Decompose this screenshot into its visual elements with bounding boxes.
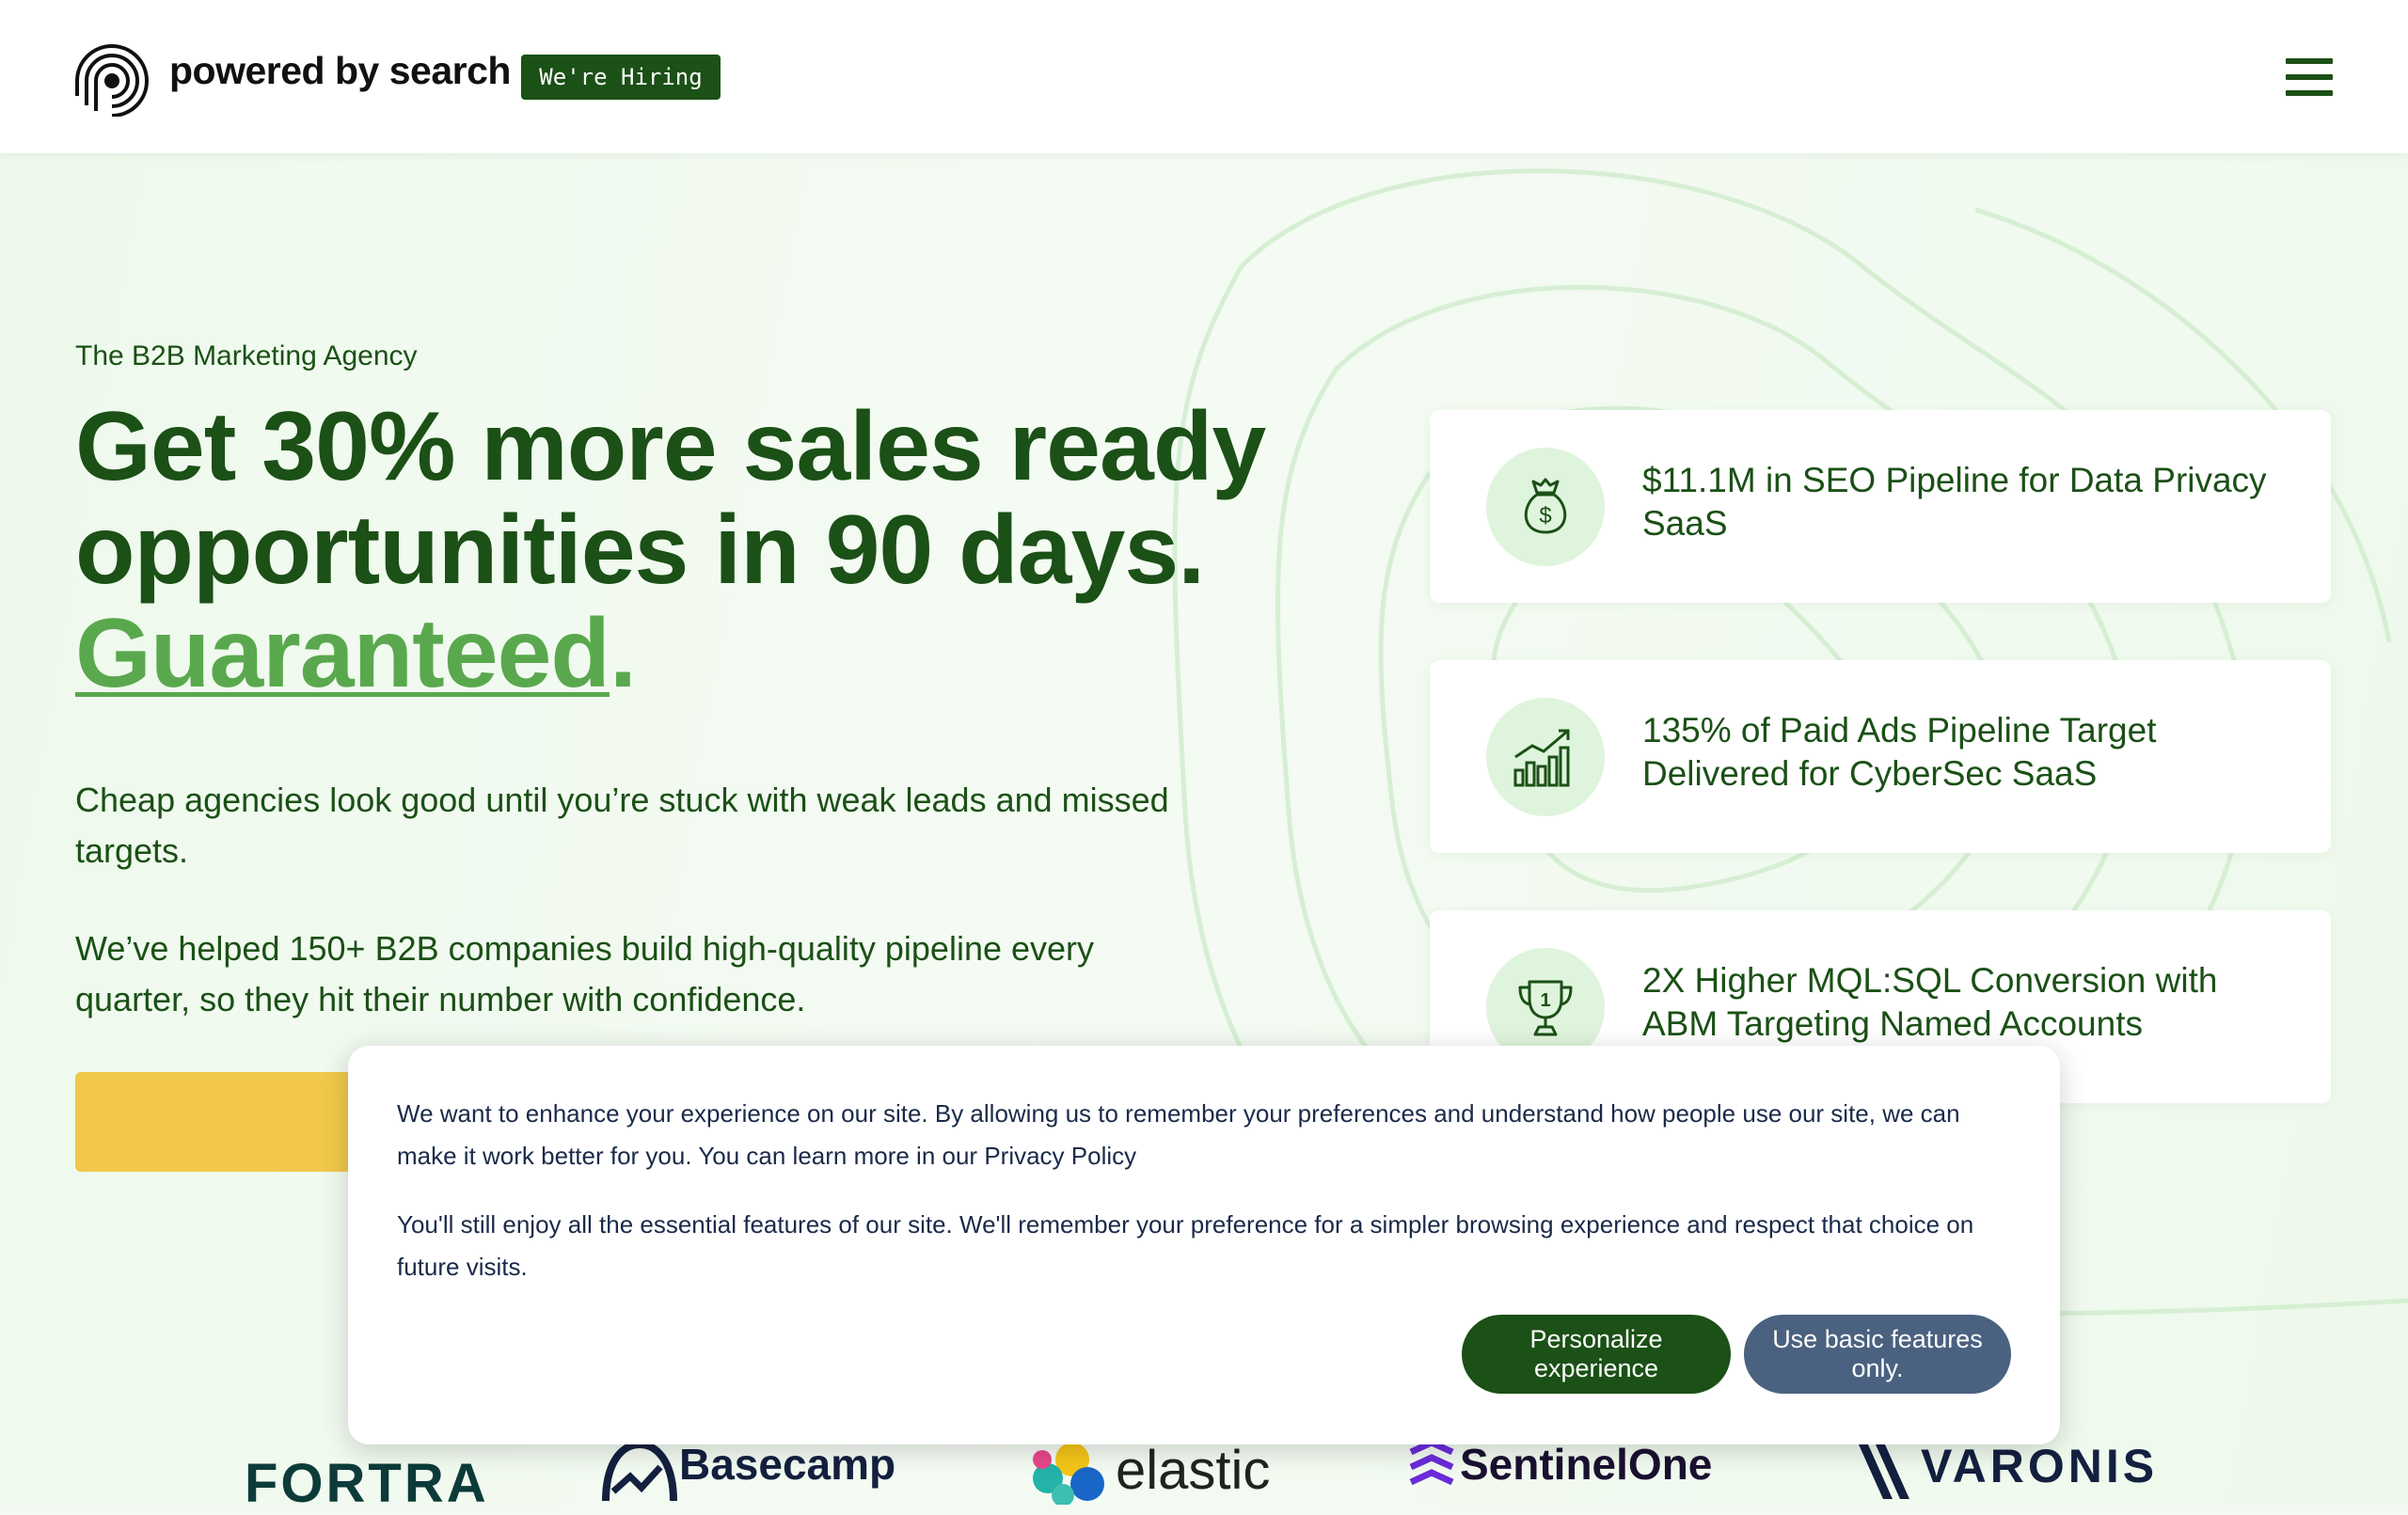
personalize-experience-button[interactable]: Personalize experience (1462, 1315, 1731, 1394)
headline-main: Get 30% more sales ready opportunities i… (75, 392, 1266, 605)
hamburger-menu-icon[interactable] (2286, 58, 2333, 98)
client-logos-strip: FORTRA Basecamp elastic SentinelOne VARO… (0, 1439, 2408, 1514)
svg-text:$: $ (1539, 503, 1551, 529)
client-logo-varonis: VARONIS (1855, 1439, 2158, 1505)
trophy-icon: 1 (1518, 980, 1573, 1036)
sentinelone-wordmark: SentinelOne (1460, 1440, 1713, 1489)
bar-chart-icon (1513, 729, 1570, 787)
basecamp-mark-icon (602, 1440, 677, 1502)
client-logo-basecamp: Basecamp (600, 1439, 895, 1505)
elastic-mark-icon (1033, 1443, 1104, 1507)
menu-bar (2286, 58, 2333, 64)
cookie-text-1: We want to enhance your experience on ou… (397, 1099, 1960, 1170)
basecamp-wordmark: Basecamp (679, 1440, 896, 1489)
cookie-consent-dialog: We want to enhance your experience on ou… (348, 1046, 2060, 1444)
hero-paragraph-1: Cheap agencies look good until you’re st… (75, 781, 1169, 870)
varonis-mark-icon (1859, 1444, 1909, 1499)
client-logo-elastic: elastic (1025, 1439, 1271, 1507)
client-logo-sentinelone: SentinelOne (1403, 1439, 1712, 1505)
headline-accent-link[interactable]: Guaranteed (75, 599, 610, 708)
result-card-paid-ads[interactable]: 135% of Paid Ads Pipeline Target Deliver… (1430, 660, 2331, 853)
result-icon-circle (1486, 698, 1605, 816)
result-icon-circle: $ (1486, 448, 1605, 566)
use-basic-features-button[interactable]: Use basic features only. (1744, 1315, 2011, 1394)
brand-name[interactable]: powered by search (169, 49, 511, 93)
headline-period: . (609, 599, 637, 708)
hero-headline: Get 30% more sales ready opportunities i… (75, 395, 1298, 705)
site-header: powered by search We're Hiring (0, 0, 2408, 153)
elastic-wordmark: elastic (1116, 1440, 1271, 1501)
money-bag-icon: $ (1524, 478, 1567, 534)
result-text: $11.1M in SEO Pipeline for Data Privacy … (1642, 461, 2267, 543)
cookie-text-2: You'll still enjoy all the essential fea… (397, 1210, 1974, 1281)
hiring-badge[interactable]: We're Hiring (521, 55, 721, 100)
result-text: 135% of Paid Ads Pipeline Target Deliver… (1642, 711, 2157, 793)
svg-text:1: 1 (1540, 990, 1550, 1011)
result-card-seo[interactable]: $ $11.1M in SEO Pipeline for Data Privac… (1430, 410, 2331, 603)
varonis-wordmark: VARONIS (1921, 1440, 2159, 1492)
powered-by-search-logo-icon[interactable] (73, 39, 150, 117)
menu-bar (2286, 90, 2333, 96)
result-text: 2X Higher MQL:SQL Conversion with ABM Ta… (1642, 961, 2218, 1043)
hero-paragraph-2: We’ve helped 150+ B2B companies build hi… (75, 929, 1095, 1018)
sentinelone-mark-icon (1409, 1439, 1454, 1486)
menu-bar (2286, 74, 2333, 80)
client-logo-fortra: FORTRA (245, 1453, 489, 1514)
eyebrow-text: The B2B Marketing Agency (75, 340, 418, 371)
